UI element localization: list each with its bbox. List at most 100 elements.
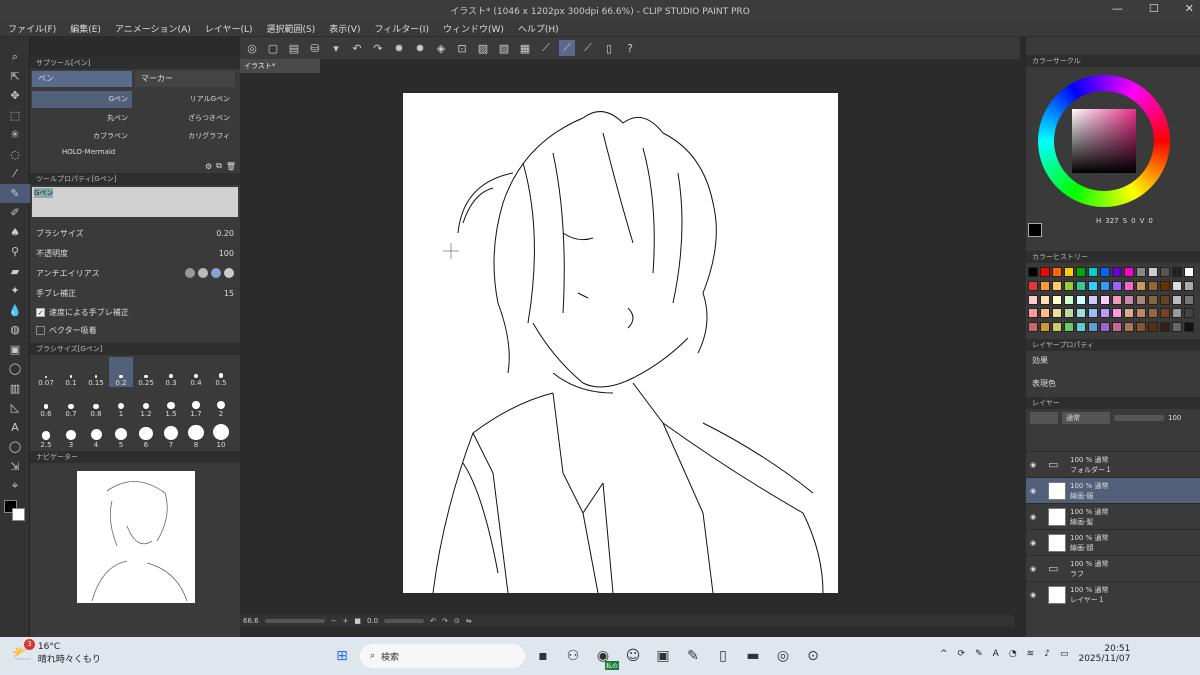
brush-size-cell[interactable]: 0.6 xyxy=(34,388,58,418)
history-swatch[interactable] xyxy=(1112,308,1122,319)
brush-size-cell[interactable]: 0.4 xyxy=(184,357,208,387)
maximize-button[interactable]: ☐ xyxy=(1149,2,1159,15)
brush-size-cell[interactable]: 0.15 xyxy=(84,357,108,387)
history-swatch[interactable] xyxy=(1100,322,1110,333)
clear-outside-icon[interactable]: ✹ xyxy=(412,40,428,56)
gradient-icon[interactable]: ▣ xyxy=(0,340,30,360)
visibility-eye-icon[interactable]: ◉ xyxy=(1030,565,1044,573)
history-swatch[interactable] xyxy=(1028,294,1038,305)
teams-icon[interactable]: ⚇ xyxy=(561,644,585,668)
layer-row[interactable]: ◉ 100 % 通常 レイヤー１ xyxy=(1026,581,1200,607)
brush-size-cell[interactable]: 3 xyxy=(59,419,83,449)
antialias-weak[interactable] xyxy=(198,268,208,278)
clear-icon[interactable]: ✹ xyxy=(391,40,407,56)
airbrush-icon[interactable]: ⚲ xyxy=(0,242,30,262)
brush-size-cell[interactable]: 0.7 xyxy=(59,388,83,418)
notepad-icon[interactable]: ✎ xyxy=(681,644,705,668)
history-swatch[interactable] xyxy=(1160,280,1170,291)
menu-selection[interactable]: 選択範囲(S) xyxy=(267,22,316,35)
history-swatch[interactable] xyxy=(1052,294,1062,305)
special-ruler-snap-icon[interactable]: ⟋ xyxy=(559,40,575,56)
operation-icon[interactable]: ⇱ xyxy=(0,67,30,87)
pen-icon[interactable]: ✎ xyxy=(0,183,30,203)
delete-icon[interactable]: 🗑 xyxy=(226,162,236,171)
history-swatch[interactable] xyxy=(1028,280,1038,291)
history-swatch[interactable] xyxy=(1148,294,1158,305)
history-swatch[interactable] xyxy=(1064,308,1074,319)
navigator-preview[interactable] xyxy=(77,471,195,603)
brush-size-cell[interactable]: 2 xyxy=(209,388,233,418)
history-swatch[interactable] xyxy=(1148,267,1158,277)
history-swatch[interactable] xyxy=(1172,280,1182,291)
subtool-item[interactable]: カリグラフィ xyxy=(134,128,234,145)
balloon-icon[interactable]: ◯ xyxy=(0,437,30,457)
layer-opacity-value[interactable]: 100 xyxy=(1168,414,1181,422)
antialias-none[interactable] xyxy=(185,268,195,278)
deselect-icon[interactable]: ▨ xyxy=(475,40,491,56)
layer-row[interactable]: ◉ 100 % 通常 線画-服 xyxy=(1026,477,1200,503)
save-icon[interactable]: ⛁ xyxy=(307,40,323,56)
brush-size-cell[interactable]: 1 xyxy=(109,388,133,418)
layer-row[interactable]: ◉ 100 % 通常 線画-顔 xyxy=(1026,529,1200,555)
history-swatch[interactable] xyxy=(1028,308,1038,319)
selection-boundary-icon[interactable]: ▦ xyxy=(517,40,533,56)
history-swatch[interactable] xyxy=(1076,308,1086,319)
battery-icon[interactable]: ▭ xyxy=(1060,649,1069,659)
tab-marker[interactable]: マーカー xyxy=(135,71,235,87)
copy-icon[interactable]: ⧉ xyxy=(216,161,222,171)
brush-size-cell[interactable]: 5 xyxy=(109,419,133,449)
brush-size-cell[interactable]: 0.1 xyxy=(59,357,83,387)
antialias-options[interactable] xyxy=(185,268,234,278)
blend-icon[interactable]: 💧 xyxy=(0,301,30,321)
brush-size-cell[interactable]: 0.25 xyxy=(134,357,158,387)
zoom-out-icon[interactable]: − xyxy=(331,617,337,625)
discord-icon[interactable]: ☺ xyxy=(621,644,645,668)
zoom-in-icon[interactable]: + xyxy=(342,617,348,625)
hue-value[interactable]: 327 xyxy=(1105,217,1118,225)
visibility-eye-icon[interactable]: ◉ xyxy=(1030,539,1044,547)
history-swatch[interactable] xyxy=(1088,267,1098,277)
history-swatch[interactable] xyxy=(1172,267,1182,277)
subtool-item[interactable]: HOLO-Mermaid xyxy=(32,147,132,158)
history-swatch[interactable] xyxy=(1136,280,1146,291)
brush-size-cell[interactable]: 1.7 xyxy=(184,388,208,418)
help-icon[interactable]: ? xyxy=(622,40,638,56)
color-swatches[interactable] xyxy=(0,496,29,526)
color-circle-panel[interactable]: H 327 S0 V0 xyxy=(1026,67,1200,237)
pen-tray-icon[interactable]: ✎ xyxy=(975,649,983,659)
blend-mode-select[interactable]: 通常 xyxy=(1062,412,1110,424)
history-swatch[interactable] xyxy=(1148,280,1158,291)
home-icon[interactable]: ◎ xyxy=(244,40,260,56)
undo-icon[interactable]: ↶ xyxy=(349,40,365,56)
correct-line-icon[interactable]: ⇲ xyxy=(0,457,30,477)
history-swatch[interactable] xyxy=(1124,294,1134,305)
new-file-icon[interactable]: ▢ xyxy=(265,40,281,56)
tab-pen[interactable]: ペン xyxy=(32,71,132,87)
history-swatch[interactable] xyxy=(1076,322,1086,333)
brush-size-cell[interactable]: 4 xyxy=(84,419,108,449)
history-swatch[interactable] xyxy=(1112,322,1122,333)
move-icon[interactable]: ✥ xyxy=(0,86,30,106)
main-color-swatch[interactable] xyxy=(1028,223,1042,237)
history-swatch[interactable] xyxy=(1160,322,1170,333)
eyedropper-icon[interactable]: ⁄ xyxy=(0,164,30,184)
wifi-icon[interactable]: ≋ xyxy=(1027,649,1035,659)
fill-icon[interactable]: ◈ xyxy=(433,40,449,56)
history-swatch[interactable] xyxy=(1040,267,1050,277)
eraser-icon[interactable]: ▰ xyxy=(0,262,30,282)
sub-color-swatch[interactable] xyxy=(12,507,25,521)
menu-layer[interactable]: レイヤー(L) xyxy=(205,22,253,35)
ruler-icon[interactable]: ◺ xyxy=(0,398,30,418)
minimize-button[interactable]: — xyxy=(1112,2,1123,15)
text-icon[interactable]: A xyxy=(0,418,30,438)
task-view-icon[interactable]: ▪ xyxy=(531,644,555,668)
layer-row[interactable]: ◉ 100 % 通常 線画-髪 xyxy=(1026,503,1200,529)
angle-value[interactable]: 0.0 xyxy=(367,617,378,625)
history-swatch[interactable] xyxy=(1160,267,1170,277)
fill-bucket-icon[interactable]: ◍ xyxy=(0,320,30,340)
value-value[interactable]: 0 xyxy=(1148,217,1152,225)
history-swatch[interactable] xyxy=(1040,308,1050,319)
history-swatch[interactable] xyxy=(1184,267,1194,277)
brush-size-cell[interactable]: 1.5 xyxy=(159,388,183,418)
history-swatch[interactable] xyxy=(1040,294,1050,305)
